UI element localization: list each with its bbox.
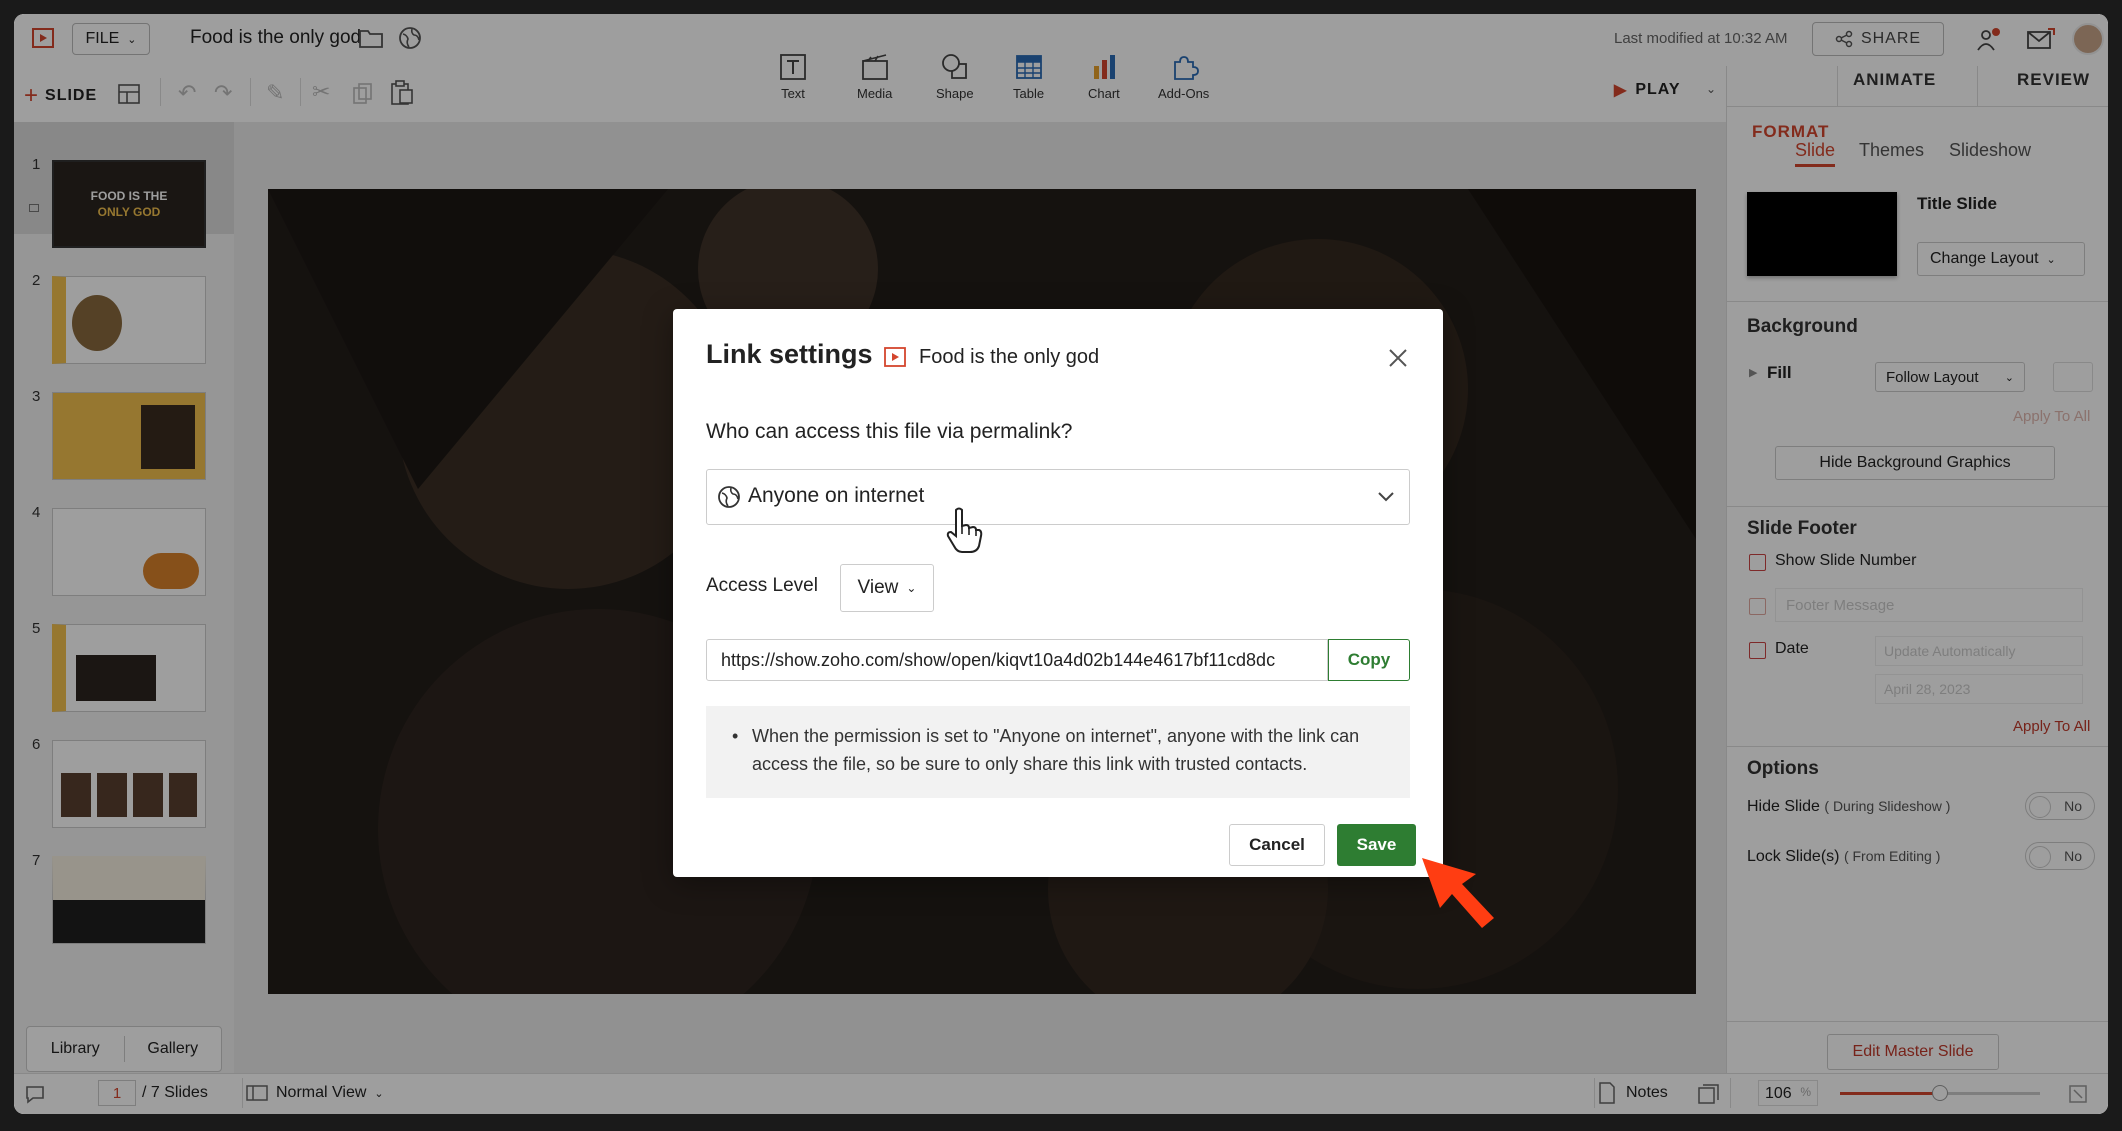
save-button[interactable]: Save (1337, 824, 1416, 866)
cancel-button[interactable]: Cancel (1229, 824, 1325, 866)
access-question: Who can access this file via permalink? (706, 420, 1073, 443)
access-level-value: View (857, 577, 899, 598)
pointer-arrow-icon (1422, 858, 1494, 928)
globe-icon (718, 486, 740, 508)
access-level-label: Access Level (706, 575, 818, 596)
permission-note: • When the permission is set to "Anyone … (706, 706, 1410, 798)
bullet-icon: • (732, 726, 739, 746)
permission-note-text: When the permission is set to "Anyone on… (752, 726, 1360, 774)
hand-cursor-icon (946, 507, 983, 553)
chevron-down-icon: ⌄ (906, 581, 917, 595)
dialog-title: Link settings (706, 339, 873, 369)
presentation-file-icon (884, 347, 906, 367)
access-dropdown[interactable]: Anyone on internet (706, 469, 1410, 525)
permalink-input[interactable]: https://show.zoho.com/show/open/kiqvt10a… (706, 639, 1328, 681)
access-level-select[interactable]: View ⌄ (840, 564, 934, 612)
dialog-file-name: Food is the only god (919, 346, 1100, 368)
link-settings-dialog: Link settings Food is the only god Who c… (673, 309, 1443, 877)
close-icon[interactable] (1387, 347, 1409, 369)
access-option-label: Anyone on internet (748, 484, 925, 507)
copy-button[interactable]: Copy (1328, 639, 1410, 681)
app-window: FILE ⌄ Food is the only god Last modified… (14, 14, 2108, 1114)
chevron-down-icon (1378, 492, 1394, 502)
